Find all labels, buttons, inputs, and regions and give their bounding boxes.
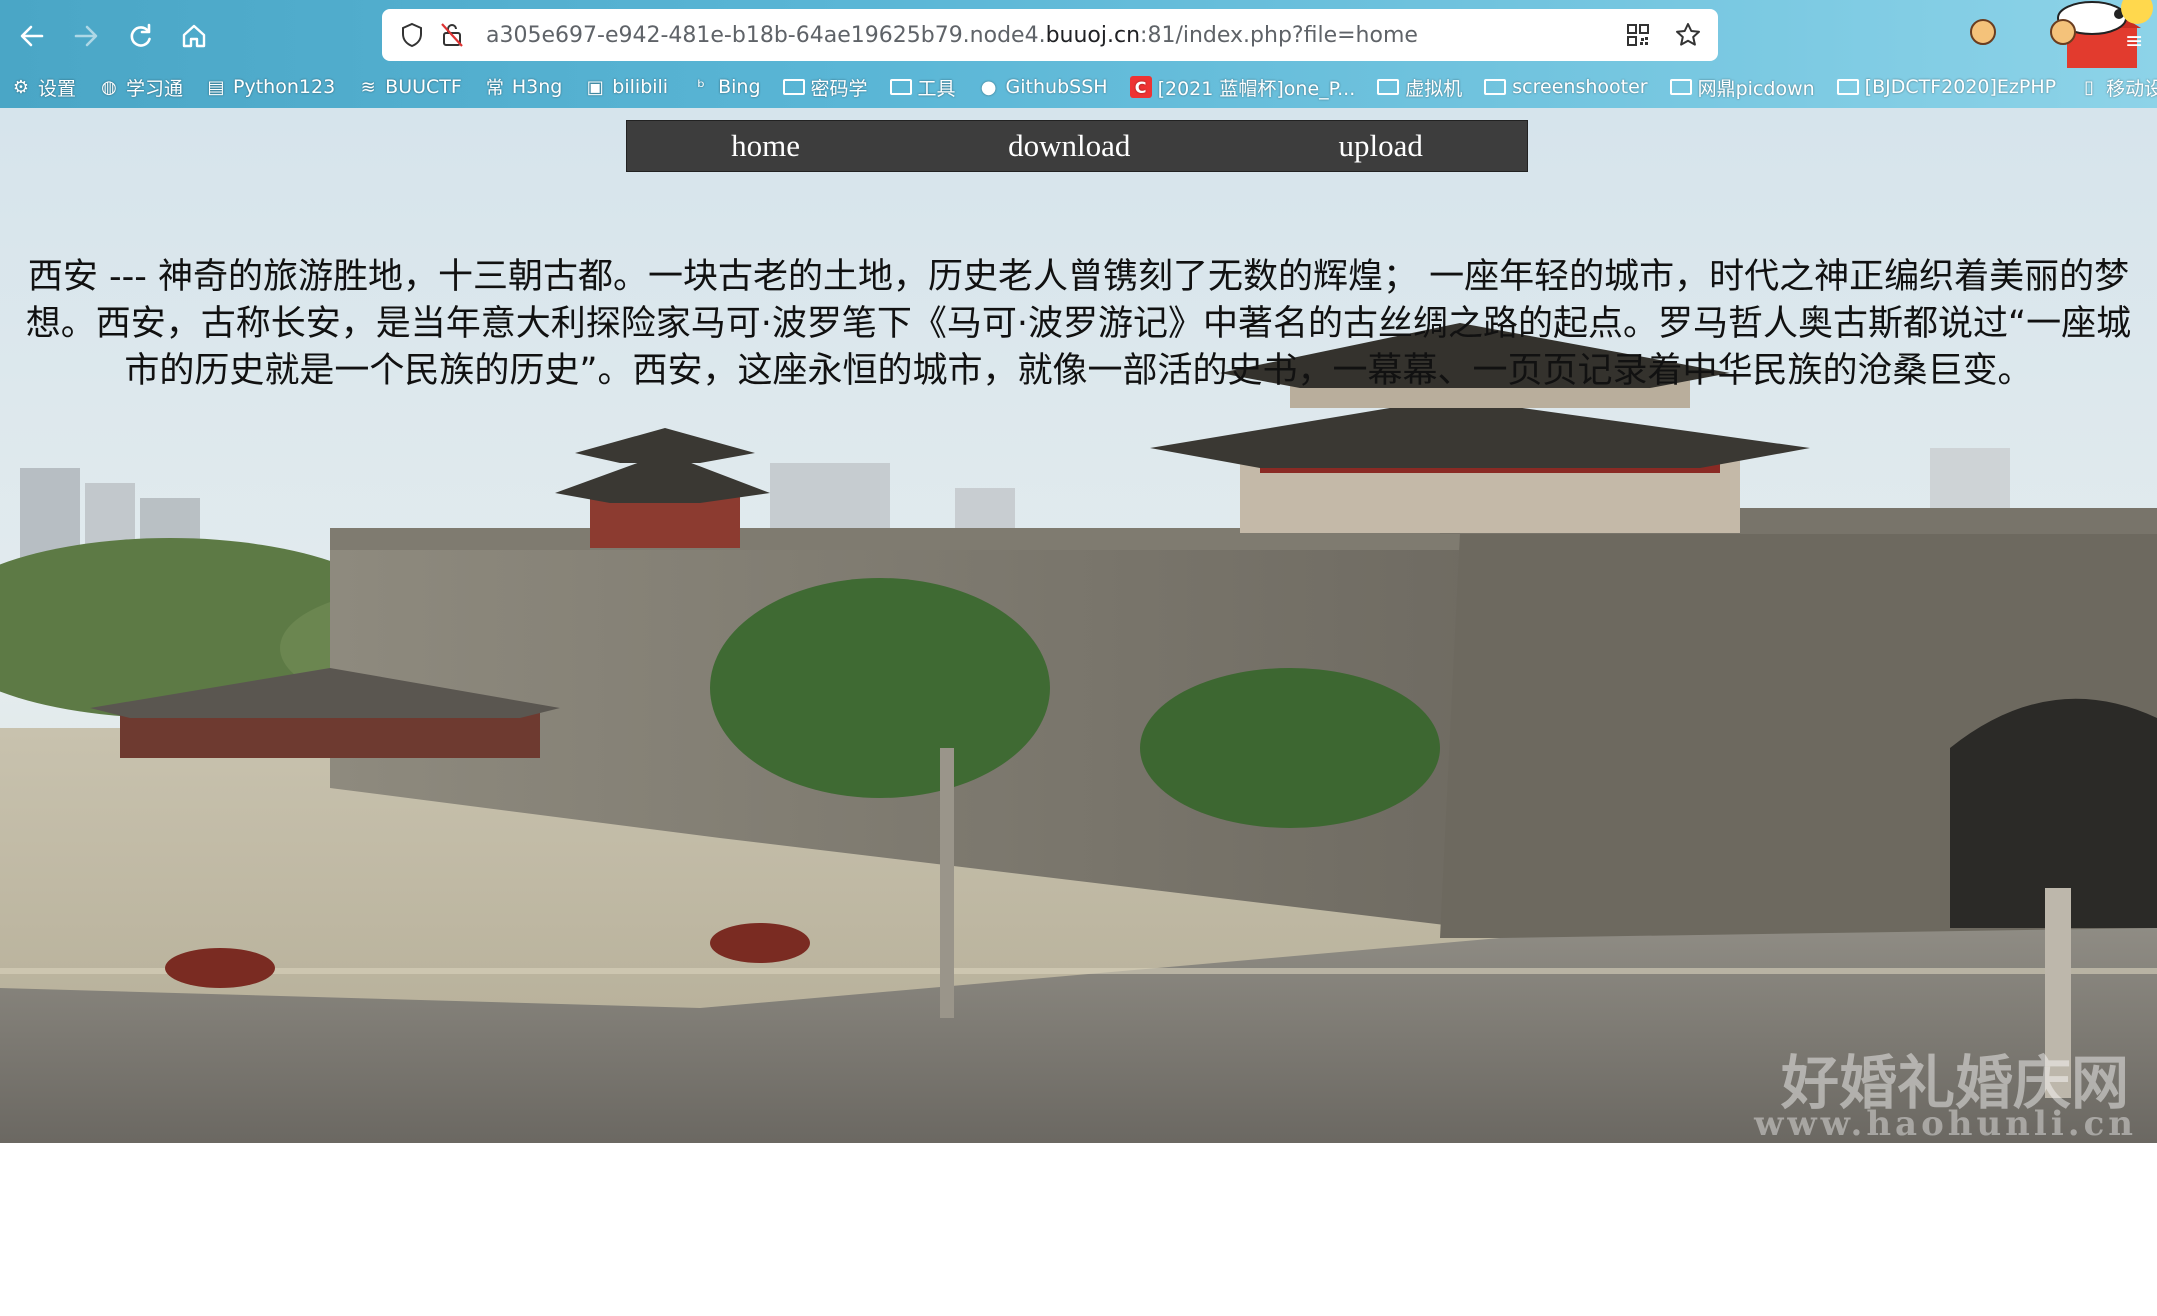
qr-code-icon[interactable] [1622,19,1654,51]
watermark-url: www.haohunli.cn [1754,1104,2137,1143]
house-icon [182,24,206,48]
page-content: home download upload 西安 --- 神奇的旅游胜地，十三朝古… [0,108,2157,1143]
bookmark-label: [2021 蓝帽杯]one_P... [1157,77,1356,100]
bookmark-label: Python123 [233,76,336,98]
intro-paragraph: 西安 --- 神奇的旅游胜地，十三朝古都。一块古老的土地，历史老人曾镌刻了无数的… [25,257,2132,391]
bookmark-item[interactable]: 网鼎picdown [1669,74,1815,101]
bookmark-label: [BJDCTF2020]EzPHP [1864,76,2057,98]
reload-button[interactable] [120,16,160,56]
buuctf-icon: ≋ [360,76,376,98]
bookmark-label: screenshooter [1512,76,1648,98]
bookmark-item[interactable]: [BJDCTF2020]EzPHP [1836,76,2057,98]
nav-home-link[interactable]: home [731,128,800,164]
url-text[interactable]: a305e697-e942-481e-b18b-64ae19625b79.nod… [486,23,1622,48]
arrow-right-icon [74,25,98,47]
bookmark-label: 学习通 [126,77,184,100]
address-bar[interactable]: a305e697-e942-481e-b18b-64ae19625b79.nod… [382,9,1718,61]
bookmark-item[interactable]: ◍ 学习通 [98,74,183,101]
bookmark-label: GithubSSH [1005,76,1108,98]
python-icon: ▤ [207,76,225,98]
bookmark-item[interactable]: C [2021 蓝帽杯]one_P... [1129,74,1356,101]
folder-icon [1669,79,1692,95]
back-button[interactable] [12,16,52,56]
url-path: :81/index.php?file=home [1140,22,1418,48]
nav-upload-link[interactable]: upload [1339,128,1423,164]
bookmark-item[interactable]: ▯ 移动设备上的书签 [2078,74,2157,101]
bookmark-item[interactable]: ▤ Python123 [205,76,336,98]
gear-icon: ⚙ [12,76,30,98]
bookmark-item[interactable]: 常 H3ng [484,76,563,99]
shield-icon[interactable] [396,19,428,51]
folder-icon [1377,79,1400,95]
csdn-icon: C [1129,76,1152,98]
bookmark-item[interactable]: 虚拟机 [1377,74,1462,101]
folder-icon [1484,79,1507,95]
bookmark-label: 网鼎picdown [1697,77,1815,100]
theme-artwork: ≡ [1970,0,2153,68]
reload-icon [130,23,151,47]
home-button[interactable] [174,16,214,56]
bookmark-label: bilibili [612,76,669,98]
bilibili-icon: ▣ [586,76,604,98]
arrow-left-icon [20,25,44,47]
h3ng-icon: 常 [485,78,504,99]
github-icon: ● [980,76,997,98]
folder-icon [782,79,805,95]
url-host: buuoj.cn [1045,22,1141,48]
nav-download-link[interactable]: download [1008,128,1130,164]
folder-icon [889,79,912,95]
bookmark-item[interactable]: 工具 [889,74,956,101]
svg-text:≡: ≡ [2125,29,2143,54]
bookmark-label: 移动设备上的书签 [2106,77,2157,100]
bookmark-item[interactable]: 密码学 [782,74,868,101]
star-bookmark-icon[interactable] [1672,19,1704,51]
bookmark-item[interactable]: screenshooter [1484,76,1648,98]
bookmark-label: Bing [718,76,761,98]
bookmark-label: 虚拟机 [1405,77,1463,100]
bookmark-item[interactable]: ≋ BUUCTF [357,76,462,98]
forward-button[interactable] [66,16,106,56]
bookmark-item[interactable]: ᵇ Bing [690,76,760,98]
bookmark-label: 设置 [38,77,77,100]
bookmarks-bar: ⚙ 设置 ◍ 学习通 ▤ Python123 ≋ BUUCTF 常 H3ng ▣ bilibili ᵇ B… [10,70,2157,104]
globe-icon: ◍ [101,76,117,98]
bookmark-item[interactable]: ▣ bilibili [584,76,668,98]
mobile-icon: ▯ [2084,76,2095,98]
folder-icon [1836,79,1859,95]
bookmark-item[interactable]: ⚙ 设置 [10,74,76,101]
bookmark-label: BUUCTF [385,76,462,98]
bookmark-label: 工具 [917,77,956,100]
site-nav: home download upload [626,120,1528,172]
bookmark-label: 密码学 [810,77,868,100]
bing-icon: ᵇ [697,76,705,98]
bookmark-label: H3ng [511,76,563,98]
browser-toolbar: a305e697-e942-481e-b18b-64ae19625b79.nod… [0,0,2157,108]
url-prefix: a305e697-e942-481e-b18b-64ae19625b79.nod… [486,22,1046,48]
bookmark-item[interactable]: ● GithubSSH [978,76,1108,98]
insecure-lock-icon[interactable] [436,19,468,51]
